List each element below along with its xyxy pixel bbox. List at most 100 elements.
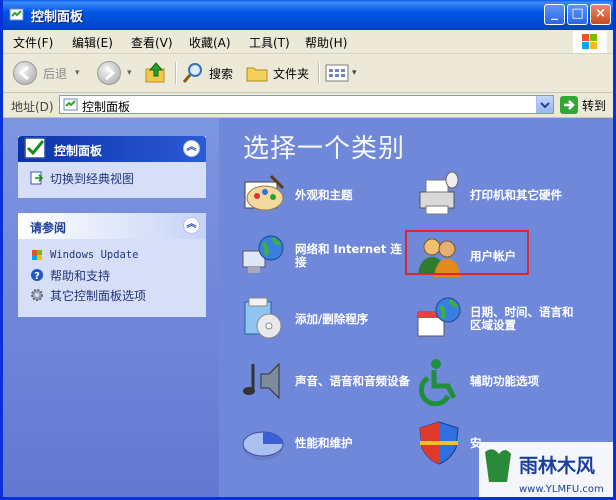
category-network[interactable]: 网络和 Internet 连接 [239, 231, 405, 281]
go-button[interactable]: 转到 [560, 96, 606, 114]
main-area: 控制面板 ︽ 切换到经典视图 请参阅 ︽ Windows Update ? 帮助… [3, 118, 613, 497]
category-programs[interactable]: 添加/删除程序 [239, 294, 368, 344]
search-label: 搜索 [209, 66, 234, 81]
menu-tools[interactable]: 工具(T) [249, 34, 290, 51]
see-also-title: 请参阅 [30, 221, 67, 235]
chevron-down-icon [540, 102, 550, 109]
address-bar: 地址(D) 控制面板 转到 [3, 93, 613, 118]
forward-button[interactable]: ▾ [97, 60, 132, 86]
help-support-link[interactable]: ? 帮助和支持 [18, 265, 206, 285]
windows-update-icon [32, 250, 42, 260]
help-icon: ? [31, 269, 43, 282]
category-label: 添加/删除程序 [295, 311, 369, 326]
svg-text:www.YLMFU.com: www.YLMFU.com [519, 484, 604, 495]
menu-help[interactable]: 帮助(H) [305, 34, 347, 51]
category-label: 性能和维护 [295, 435, 353, 450]
views-dropdown-icon: ▾ [352, 68, 357, 78]
window-title: 控制面板 [31, 10, 84, 25]
collapse-icon[interactable]: ︽ [183, 217, 200, 234]
printer-icon [419, 171, 459, 215]
svg-text:?: ? [34, 271, 40, 282]
folders-button[interactable]: 文件夹 [245, 60, 309, 86]
appearance-icon [244, 174, 285, 211]
programs-icon [244, 297, 282, 339]
control-panel-icon [63, 98, 78, 111]
control-panel-panel-header[interactable]: 控制面板 ︽ [18, 136, 206, 162]
views-button[interactable]: ▾ [325, 60, 357, 86]
menu-edit[interactable]: 编辑(E) [72, 34, 113, 51]
category-date-time[interactable]: 日期、时间、语言和区域设置 [414, 294, 580, 344]
windows-logo-icon [573, 31, 607, 53]
category-label: 打印机和其它硬件 [470, 187, 562, 202]
category-label: 外观和主题 [295, 187, 353, 202]
category-printers[interactable]: 打印机和其它硬件 [414, 170, 562, 220]
performance-icon [242, 431, 284, 460]
windows-update-link[interactable]: Windows Update [18, 245, 206, 265]
menu-bar: 文件(F) 编辑(E) 查看(V) 收藏(A) 工具(T) 帮助(H) [3, 30, 613, 54]
search-icon [182, 63, 202, 83]
control-panel-icon [24, 137, 46, 159]
category-accessibility[interactable]: 辅助功能选项 [414, 356, 539, 406]
forward-dropdown-icon[interactable]: ▾ [127, 68, 132, 78]
menu-view[interactable]: 查看(V) [131, 34, 173, 51]
toolbar: 后退 ▾ ▾ 搜索 文件夹 ▾ [3, 54, 613, 93]
views-icon [325, 64, 349, 82]
toolbar-separator [318, 62, 320, 84]
control-panel-panel: 控制面板 ︽ 切换到经典视图 [18, 136, 206, 198]
network-icon [242, 235, 284, 273]
menu-favorites[interactable]: 收藏(A) [189, 34, 231, 51]
address-label: 地址(D) [11, 100, 54, 114]
category-view: 选择一个类别 外观和主题 网络和 Internet 连接 添加/删除程序 声音、… [219, 118, 613, 497]
forward-arrow-icon [97, 61, 121, 85]
switch-view-icon [30, 171, 44, 185]
collapse-icon[interactable]: ︽ [183, 140, 200, 157]
search-button[interactable]: 搜索 [181, 60, 233, 86]
close-button[interactable]: × [590, 4, 611, 25]
control-panel-window: 控制面板 _ □ × 文件(F) 编辑(E) 查看(V) 收藏(A) 工具(T)… [0, 0, 616, 500]
menu-file[interactable]: 文件(F) [13, 34, 53, 51]
category-label: 声音、语音和音频设备 [295, 373, 410, 388]
windows-update-label: Windows Update [50, 249, 139, 261]
category-sound[interactable]: 声音、语音和音频设备 [239, 356, 410, 406]
control-panel-panel-title: 控制面板 [54, 144, 103, 158]
page-heading: 选择一个类别 [243, 134, 406, 164]
datetime-icon [417, 297, 461, 337]
up-folder-button[interactable] [144, 60, 168, 86]
category-label: 辅助功能选项 [470, 373, 539, 388]
toolbar-separator [175, 62, 177, 84]
category-label: 网络和 Internet 连接 [295, 242, 402, 269]
control-panel-icon [9, 8, 24, 21]
folders-icon [246, 67, 268, 82]
up-folder-icon [145, 62, 165, 83]
svg-text:雨林木风: 雨林木风 [519, 454, 595, 477]
other-options-label: 其它控制面板选项 [50, 288, 147, 303]
folders-label: 文件夹 [273, 66, 310, 81]
minimize-button[interactable]: _ [544, 4, 565, 25]
address-dropdown-button[interactable] [536, 96, 553, 113]
category-appearance[interactable]: 外观和主题 [239, 170, 353, 220]
task-pane: 控制面板 ︽ 切换到经典视图 请参阅 ︽ Windows Update ? 帮助… [3, 118, 219, 497]
back-dropdown-icon[interactable]: ▾ [75, 68, 80, 78]
security-icon [419, 421, 459, 465]
category-label: 日期、时间、语言和区域设置 [470, 305, 574, 332]
category-performance[interactable]: 性能和维护 [239, 418, 353, 468]
switch-classic-view-link[interactable]: 切换到经典视图 [18, 168, 206, 188]
see-also-panel-header[interactable]: 请参阅 ︽ [18, 213, 206, 239]
see-also-panel: 请参阅 ︽ Windows Update ? 帮助和支持 其它控制面板选项 [18, 213, 206, 317]
back-arrow-icon [13, 61, 37, 85]
accessibility-icon [418, 359, 457, 406]
sound-icon [243, 362, 280, 400]
switch-view-label: 切换到经典视图 [50, 171, 135, 186]
go-arrow-icon [560, 96, 578, 114]
highlight-box [405, 230, 529, 275]
address-input[interactable]: 控制面板 [59, 95, 554, 114]
maximize-button[interactable]: □ [567, 4, 588, 25]
watermark-logo: 雨林木风 www.YLMFU.com [479, 442, 613, 497]
address-value: 控制面板 [82, 100, 131, 114]
other-options-link[interactable]: 其它控制面板选项 [18, 285, 206, 305]
go-label: 转到 [582, 98, 607, 113]
help-support-label: 帮助和支持 [50, 268, 111, 283]
category-security[interactable]: 安 [414, 418, 482, 468]
back-button[interactable]: 后退 ▾ [13, 60, 80, 86]
title-bar[interactable]: 控制面板 _ □ × [3, 0, 613, 30]
